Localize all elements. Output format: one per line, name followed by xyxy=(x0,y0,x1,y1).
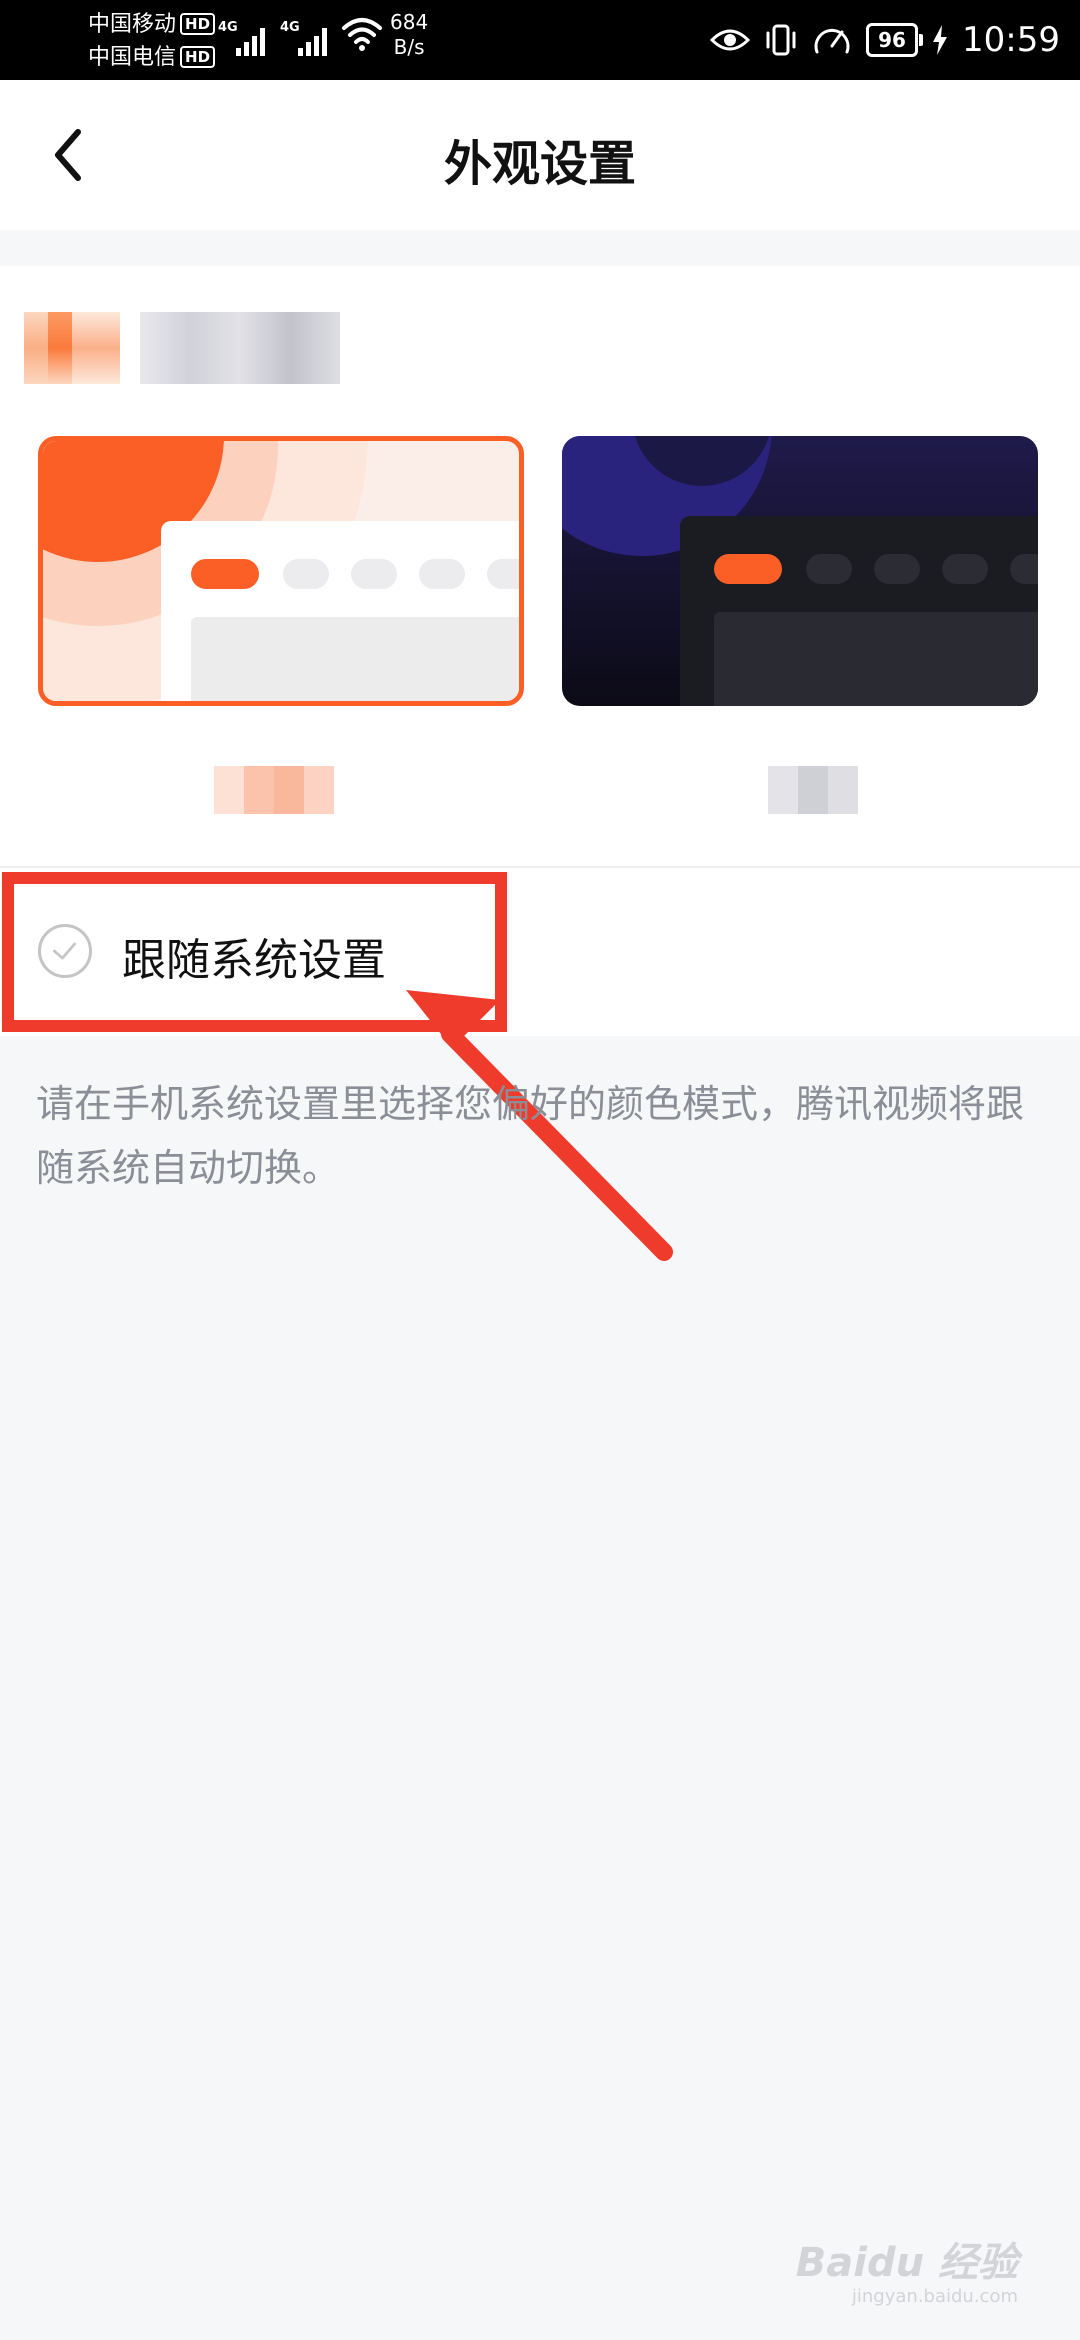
hd-badge: HD xyxy=(180,46,216,68)
speed-value: 684 xyxy=(390,10,429,34)
preview-tab xyxy=(487,559,519,589)
carrier-2: 中国电信 xyxy=(88,45,177,70)
pixelated-heading xyxy=(24,312,340,384)
watermark-url: jingyan.baidu.com xyxy=(851,2286,1018,2307)
speed-unit: B/s xyxy=(393,35,425,59)
preview-tab xyxy=(1010,554,1038,584)
clock: 10:59 xyxy=(962,20,1060,60)
preview-tab xyxy=(874,554,920,584)
preview-tab xyxy=(283,559,329,589)
status-bar: 中国移动 HD 中国电信 HD 4G 4G 684 B/s 96 10:59 xyxy=(0,0,1080,80)
battery-icon: 96 xyxy=(866,23,924,57)
network-speed: 684 B/s xyxy=(390,10,428,60)
network-type-label: 4G xyxy=(280,20,300,35)
speedometer-icon xyxy=(814,29,850,54)
vibrate-icon xyxy=(766,24,796,56)
light-theme-option[interactable] xyxy=(38,436,524,706)
signal-icon xyxy=(236,22,270,56)
preview-content xyxy=(191,617,519,701)
light-preview-window xyxy=(161,521,519,701)
battery-level: 96 xyxy=(878,28,906,52)
signal-icon xyxy=(298,22,332,56)
nav-header: 外观设置 xyxy=(0,80,1080,230)
preview-tab xyxy=(806,554,852,584)
pixelated-dark-label xyxy=(768,766,858,814)
status-icons: 96 10:59 xyxy=(710,0,1060,80)
description-text: 请在手机系统设置里选择您偏好的颜色模式，腾讯视频将跟随系统自动切换。 xyxy=(36,1082,1025,1190)
preview-tab-active xyxy=(191,559,259,589)
carrier-1: 中国移动 xyxy=(88,12,177,37)
wifi-icon xyxy=(342,18,382,51)
pixelated-light-label xyxy=(214,766,334,814)
preview-tab-active xyxy=(714,554,782,584)
check-circle-icon[interactable] xyxy=(38,924,92,978)
dark-theme-option[interactable] xyxy=(562,436,1038,706)
preview-content xyxy=(714,612,1038,706)
baidu-watermark: Baidu 经验 xyxy=(795,2240,1018,2286)
preview-tab xyxy=(419,559,465,589)
page-title: 外观设置 xyxy=(443,136,636,192)
follow-system-label: 跟随系统设置 xyxy=(122,935,386,986)
network-type-label: 4G xyxy=(218,20,238,35)
charging-icon xyxy=(933,25,948,55)
dark-preview-window xyxy=(680,516,1038,706)
eye-icon xyxy=(710,29,751,51)
follow-system-option[interactable]: 跟随系统设置 xyxy=(0,868,1080,1036)
preview-tab xyxy=(942,554,988,584)
preview-tab xyxy=(351,559,397,589)
carrier-info: 中国移动 HD 中国电信 HD xyxy=(88,8,216,74)
hd-badge: HD xyxy=(180,13,216,35)
